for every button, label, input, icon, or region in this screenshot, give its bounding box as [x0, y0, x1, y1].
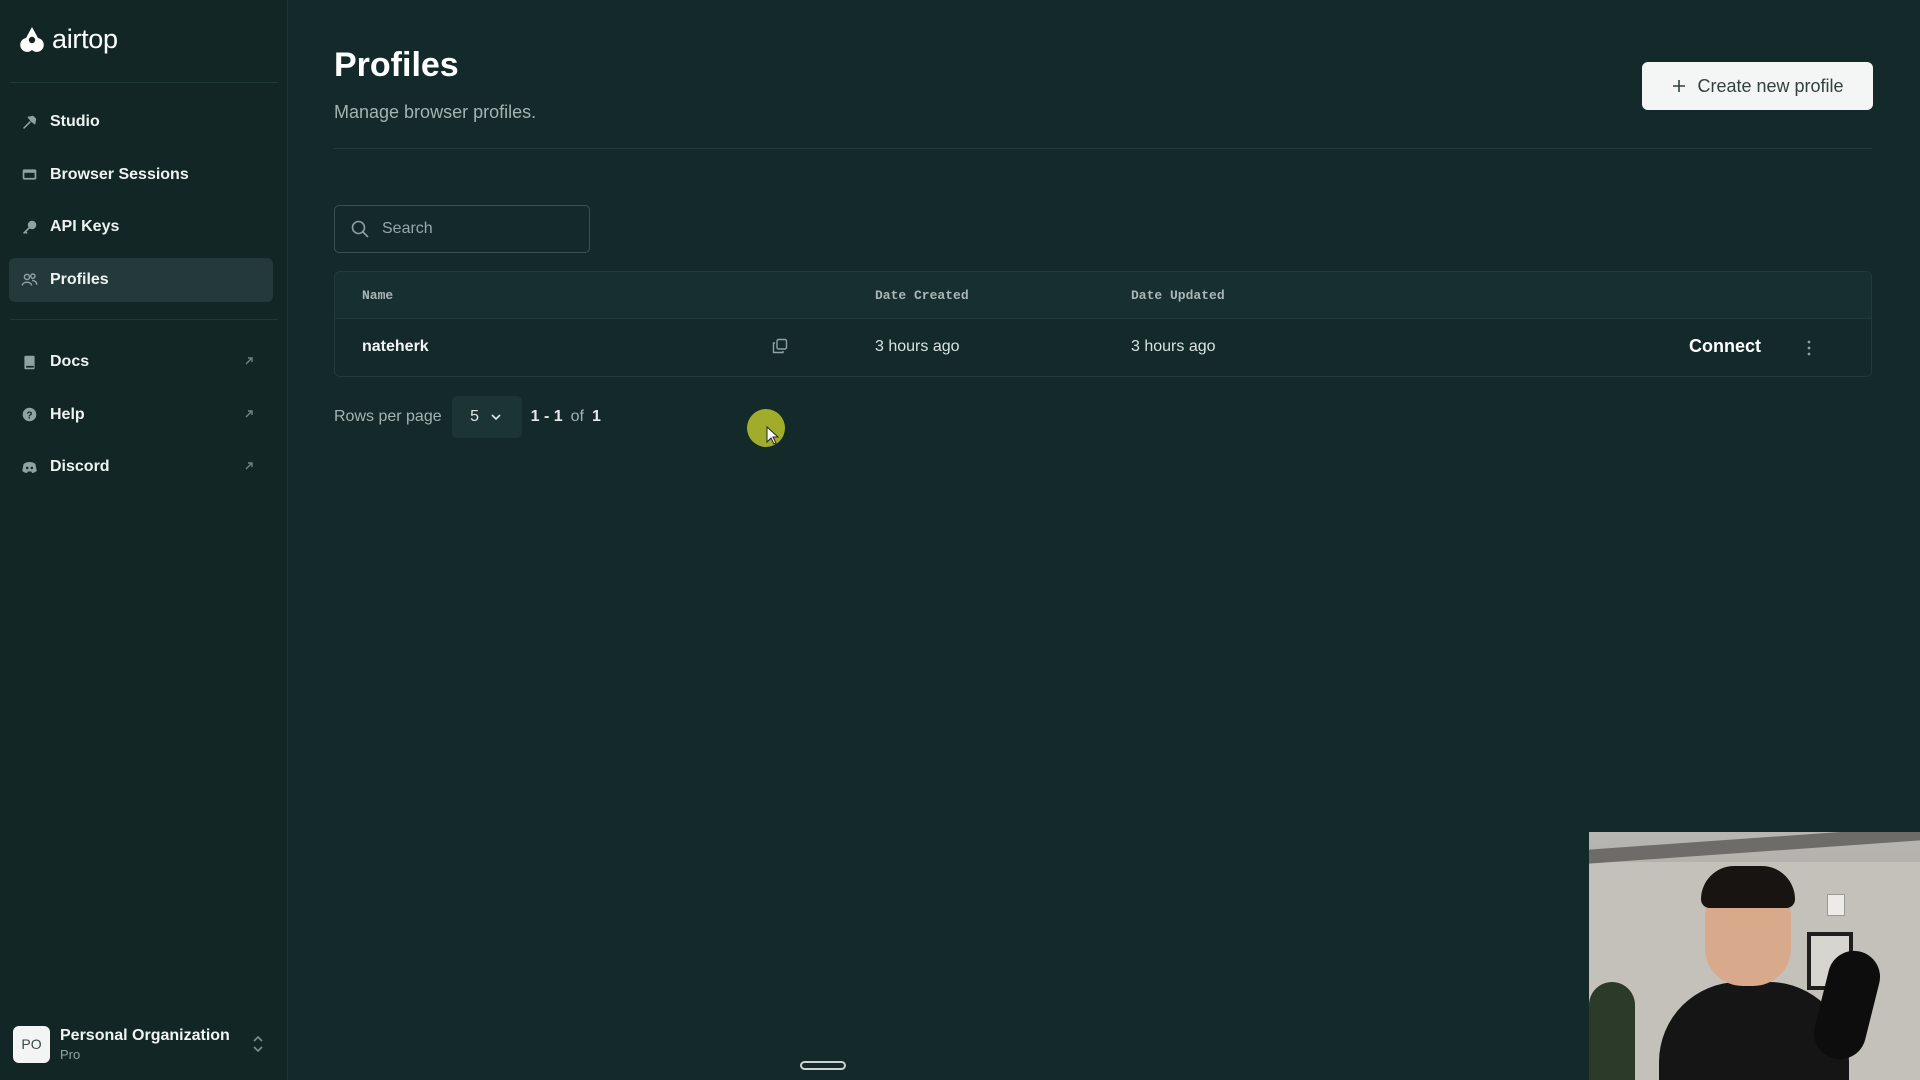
key-icon — [20, 218, 38, 236]
page-total: 1 — [591, 408, 601, 425]
external-link-icon — [245, 357, 253, 365]
table-header: Name Date Created Date Updated — [335, 272, 1871, 319]
search-box[interactable] — [334, 205, 590, 253]
external-nav: Docs ? Help Discord — [9, 340, 273, 498]
airtop-logo-icon — [20, 27, 44, 52]
book-icon — [20, 353, 38, 371]
more-options-icon[interactable] — [1804, 338, 1814, 358]
browser-icon — [20, 166, 38, 184]
drag-handle[interactable] — [800, 1061, 846, 1070]
sidebar-item-studio[interactable]: Studio — [9, 100, 273, 144]
webcam-overlay — [1589, 832, 1920, 1080]
primary-nav: Studio Browser Sessions API Keys Profile… — [9, 100, 273, 310]
brand-name: airtop — [52, 23, 118, 54]
sidebar-item-label: API Keys — [50, 218, 120, 235]
sidebar-item-profiles[interactable]: Profiles — [9, 257, 273, 302]
search-input[interactable] — [382, 220, 572, 238]
mouse-cursor-icon — [766, 426, 780, 445]
chevron-down-icon — [491, 414, 501, 421]
rows-per-page-select[interactable]: 5 — [451, 396, 522, 438]
column-header-date-created[interactable]: Date Created — [875, 288, 969, 303]
profile-name: nateherk — [362, 338, 429, 355]
divider — [10, 82, 278, 83]
create-button-label: Create new profile — [1697, 75, 1844, 96]
search-icon — [351, 220, 369, 238]
org-avatar: PO — [13, 1025, 50, 1063]
org-plan: Pro — [60, 1046, 81, 1062]
hammer-icon — [20, 113, 38, 131]
users-icon — [20, 271, 38, 289]
chevron-up-down-icon — [253, 1035, 263, 1053]
divider — [334, 148, 1872, 149]
rows-per-page-label: Rows per page — [334, 408, 442, 425]
organization-switcher[interactable]: PO Personal Organization Pro — [13, 1024, 275, 1064]
copy-icon[interactable] — [771, 337, 789, 355]
date-created: 3 hours ago — [875, 338, 960, 355]
brand-logo[interactable]: airtop — [18, 24, 118, 54]
sidebar-item-label: Discord — [50, 458, 110, 475]
discord-icon — [20, 458, 38, 476]
page-title: Profiles — [334, 46, 459, 84]
help-circle-icon: ? — [20, 406, 38, 424]
sidebar-item-api-keys[interactable]: API Keys — [9, 205, 273, 249]
page-subtitle: Manage browser profiles. — [334, 102, 537, 122]
rows-per-page-value: 5 — [470, 408, 480, 425]
svg-text:?: ? — [26, 410, 32, 421]
sidebar-item-help[interactable]: ? Help — [9, 393, 273, 437]
sidebar-item-docs[interactable]: Docs — [9, 340, 273, 384]
plus-icon — [1673, 80, 1686, 92]
sidebar-item-label: Studio — [50, 113, 100, 130]
profiles-table: Name Date Created Date Updated nateherk … — [334, 271, 1872, 377]
create-new-profile-button[interactable]: Create new profile — [1642, 62, 1873, 110]
sidebar-item-label: Help — [50, 405, 85, 423]
org-name: Personal Organization — [60, 1026, 230, 1044]
pagination: Rows per page 5 1 - 1 of 1 — [334, 396, 601, 438]
page-of-label: of — [570, 408, 584, 425]
date-updated: 3 hours ago — [1131, 338, 1216, 355]
connect-button[interactable]: Connect — [1689, 336, 1761, 357]
webcam-light-switch — [1827, 894, 1845, 916]
external-link-icon — [245, 462, 253, 470]
webcam-person-hair — [1701, 866, 1795, 908]
webcam-ceiling-rail — [1589, 832, 1920, 864]
sidebar: airtop Studio Browser Sessions API Keys — [0, 0, 288, 1080]
external-link-icon — [245, 409, 253, 417]
column-header-name[interactable]: Name — [362, 288, 393, 303]
sidebar-item-label: Profiles — [50, 270, 109, 288]
webcam-plant — [1589, 982, 1635, 1080]
divider — [10, 319, 278, 320]
column-header-date-updated[interactable]: Date Updated — [1131, 288, 1225, 303]
table-row[interactable]: nateherk 3 hours ago 3 hours ago Connect — [335, 319, 1871, 376]
sidebar-item-label: Browser Sessions — [50, 165, 189, 183]
sidebar-item-browser-sessions[interactable]: Browser Sessions — [9, 153, 273, 197]
page-range: 1 - 1 — [530, 408, 563, 425]
sidebar-item-discord[interactable]: Discord — [9, 445, 273, 489]
sidebar-item-label: Docs — [50, 353, 90, 370]
